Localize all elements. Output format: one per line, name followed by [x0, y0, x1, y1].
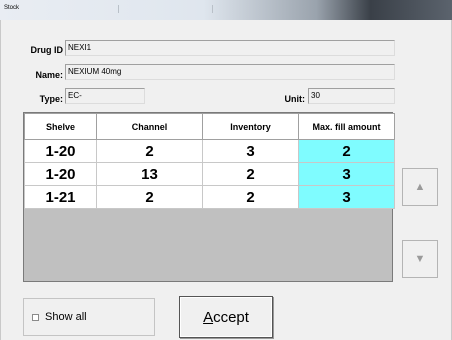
- column-header-shelve[interactable]: Shelve: [24, 113, 97, 140]
- accept-button[interactable]: Accept: [179, 296, 273, 338]
- table-header-row: Shelve Channel Inventory Max. fill amoun…: [24, 113, 395, 140]
- name-label: Name:: [35, 70, 63, 80]
- name-field[interactable]: NEXIUM 40mg: [65, 64, 395, 80]
- shelve-cell[interactable]: 1-20: [24, 162, 97, 186]
- scroll-up-button[interactable]: ▲: [402, 168, 438, 206]
- unit-field[interactable]: 30: [308, 88, 395, 104]
- type-label: Type:: [39, 94, 63, 104]
- shelve-cell[interactable]: 1-20: [24, 139, 97, 163]
- arrow-down-icon: ▼: [414, 253, 426, 265]
- title-bar: Stock: [0, 0, 452, 20]
- accept-label: Accept: [203, 308, 249, 326]
- stock-grid[interactable]: Shelve Channel Inventory Max. fill amoun…: [23, 112, 395, 282]
- stock-dialog: Drug ID NEXI1 Name: NEXIUM 40mg Type: EC…: [0, 20, 452, 340]
- channel-cell[interactable]: 13: [96, 162, 203, 186]
- column-header-channel[interactable]: Channel: [96, 113, 203, 140]
- inventory-cell[interactable]: 2: [202, 185, 299, 209]
- max-fill-cell[interactable]: 3: [298, 162, 395, 186]
- max-fill-cell[interactable]: 2: [298, 139, 395, 163]
- inventory-cell[interactable]: 3: [202, 139, 299, 163]
- column-header-max-fill[interactable]: Max. fill amount: [298, 113, 395, 140]
- checkbox-box[interactable]: [32, 313, 39, 321]
- channel-cell[interactable]: 2: [96, 139, 203, 163]
- title-bar-separator: [118, 5, 119, 13]
- column-header-inventory[interactable]: Inventory: [202, 113, 299, 140]
- scroll-down-button[interactable]: ▼: [402, 240, 438, 278]
- stock-table: Shelve Channel Inventory Max. fill amoun…: [24, 113, 395, 209]
- unit-label: Unit:: [284, 94, 306, 104]
- table-row[interactable]: 1-20 2 3 2: [24, 139, 395, 163]
- table-row[interactable]: 1-21 2 2 3: [24, 185, 395, 209]
- max-fill-cell[interactable]: 3: [298, 185, 395, 209]
- type-field[interactable]: EC-: [65, 88, 145, 104]
- show-all-label: Show all: [45, 311, 87, 323]
- window-title: Stock: [4, 5, 20, 11]
- table-row[interactable]: 1-20 13 2 3: [24, 162, 395, 186]
- shelve-cell[interactable]: 1-21: [24, 185, 97, 209]
- channel-cell[interactable]: 2: [96, 185, 203, 209]
- drug-id-field[interactable]: NEXI1: [65, 40, 395, 56]
- title-bar-separator: [212, 5, 213, 13]
- drug-id-label: Drug ID: [30, 45, 64, 55]
- arrow-up-icon: ▲: [414, 181, 426, 193]
- show-all-checkbox[interactable]: Show all: [23, 298, 155, 336]
- inventory-cell[interactable]: 2: [202, 162, 299, 186]
